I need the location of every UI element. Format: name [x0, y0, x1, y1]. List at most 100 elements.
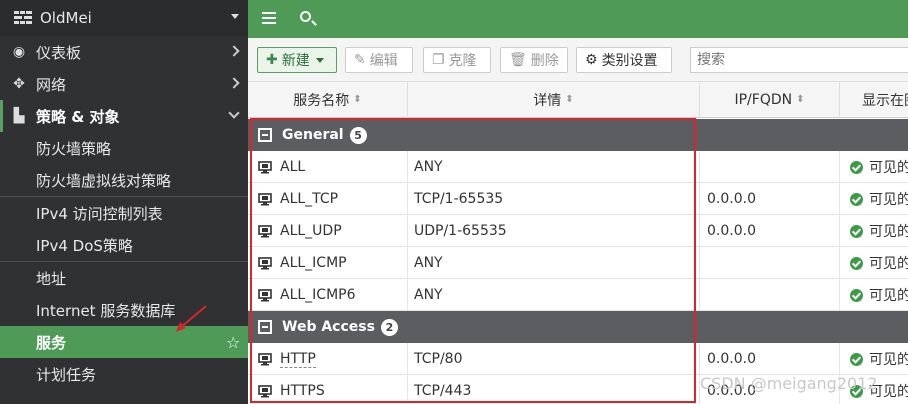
- sidebar-item-network[interactable]: ✥ 网络: [0, 68, 248, 100]
- collapse-icon[interactable]: [258, 128, 272, 142]
- sort-icon: ⬍: [353, 94, 362, 105]
- sidebar-item-ipv4-acl[interactable]: IPv4 访问控制列表: [0, 197, 248, 229]
- service-icon: [258, 352, 272, 366]
- service-visibility: 可见的: [869, 288, 908, 304]
- column-header-ip-fqdn[interactable]: IP/FQDN ⬍: [700, 82, 840, 118]
- gear-icon: ⚙: [585, 52, 598, 68]
- top-bar: [248, 0, 908, 38]
- service-visibility: 可见的: [869, 352, 908, 368]
- column-header-name[interactable]: 服务名称 ⬍: [248, 82, 408, 118]
- move-icon: ✥: [13, 76, 25, 92]
- sidebar-item-label: 地址: [36, 269, 67, 288]
- edit-button-label: 编辑: [369, 53, 398, 69]
- column-label: 详情: [533, 93, 562, 109]
- sidebar-item-label: 防火墙虚拟线对策略: [36, 171, 172, 190]
- service-name: ALL_UDP: [280, 223, 342, 239]
- table-row[interactable]: ALL_ICMP6 ANY 可见的: [248, 279, 908, 311]
- sidebar-item-label: 服务: [36, 333, 67, 352]
- check-circle-icon: [850, 160, 863, 174]
- service-icon: [258, 192, 272, 206]
- sidebar-item-schedules[interactable]: 计划任务: [0, 358, 248, 390]
- chevron-down-icon[interactable]: [315, 57, 324, 63]
- fortinet-logo-icon: [14, 11, 32, 24]
- sidebar-item-label: 计划任务: [36, 365, 97, 384]
- column-header-show-in-map[interactable]: 显示在图: [840, 82, 908, 118]
- delete-button[interactable]: 🗑 删除: [500, 47, 568, 73]
- sidebar-item-label: 防火墙策略: [36, 139, 112, 158]
- service-details: ANY: [414, 287, 443, 303]
- table-row[interactable]: ALL_TCP TCP/1-65535 0.0.0.0 可见的: [248, 183, 908, 215]
- check-circle-icon: [850, 192, 863, 206]
- table-row[interactable]: ALL_ICMP ANY 可见的: [248, 247, 908, 279]
- service-visibility: 可见的: [869, 192, 908, 208]
- sidebar-item-policy-objects[interactable]: ▙ 策略 & 对象: [0, 100, 248, 132]
- table-row[interactable]: HTTP TCP/80 0.0.0.0 可见的: [248, 343, 908, 375]
- edit-button[interactable]: ✎ 编辑: [345, 47, 413, 73]
- service-details: TCP/443: [414, 383, 472, 399]
- category-settings-button[interactable]: ⚙ 类别设置: [576, 47, 672, 73]
- services-table: 服务名称 ⬍ 详情 ⬍ IP/FQDN ⬍ 显示在图 General 5 ALL…: [248, 82, 908, 404]
- service-icon: [258, 256, 272, 270]
- chevron-right-icon: [228, 77, 240, 89]
- service-ip: 0.0.0.0: [707, 191, 756, 207]
- sidebar-item-label: IPv4 访问控制列表: [36, 204, 163, 223]
- service-details: UDP/1-65535: [414, 223, 507, 239]
- service-visibility: 可见的: [869, 256, 908, 272]
- group-name: General: [282, 127, 344, 143]
- service-visibility: 可见的: [869, 224, 908, 240]
- clone-button[interactable]: ❐ 克隆: [423, 47, 491, 73]
- sidebar-item-ipv4-dos[interactable]: IPv4 DoS策略: [0, 229, 248, 261]
- device-header[interactable]: OldMei: [0, 0, 248, 36]
- column-label: 服务名称: [293, 93, 350, 109]
- clone-button-label: 克隆: [448, 53, 477, 69]
- chevron-down-icon[interactable]: [231, 14, 239, 19]
- column-label: IP/FQDN: [734, 92, 793, 108]
- group-header-general[interactable]: General 5: [248, 119, 908, 151]
- group-name: Web Access: [282, 319, 375, 335]
- new-button-label: 新建: [281, 53, 310, 69]
- copy-icon: ❐: [432, 52, 445, 68]
- group-count-badge: 2: [380, 318, 398, 336]
- table-row[interactable]: ALL ANY 可见的: [248, 151, 908, 183]
- chevron-down-icon: [228, 107, 240, 119]
- service-details: ANY: [414, 255, 443, 271]
- trash-icon: 🗑: [509, 52, 527, 68]
- sidebar-item-label: IPv4 DoS策略: [36, 236, 133, 255]
- dashboard-icon: ◉: [12, 44, 26, 60]
- service-ip: 0.0.0.0: [707, 351, 756, 367]
- check-circle-icon: [850, 352, 863, 366]
- service-name: HTTP: [280, 350, 316, 368]
- search-icon[interactable]: [300, 11, 311, 22]
- sort-icon: ⬍: [565, 94, 574, 105]
- watermark: CSDN @meigang2012: [700, 374, 878, 393]
- service-name: ALL: [280, 159, 306, 175]
- service-name: ALL_TCP: [280, 191, 339, 207]
- sort-icon: ⬍: [796, 94, 805, 105]
- new-button[interactable]: ✚ 新建: [257, 47, 337, 73]
- service-icon: [258, 288, 272, 302]
- star-icon[interactable]: ☆: [226, 333, 240, 352]
- service-visibility: 可见的: [869, 160, 908, 176]
- table-row[interactable]: ALL_UDP UDP/1-65535 0.0.0.0 可见的: [248, 215, 908, 247]
- sidebar-item-firewall-policy[interactable]: 防火墙策略: [0, 132, 248, 164]
- collapse-icon[interactable]: [258, 320, 272, 334]
- policy-icon: ▙: [13, 108, 25, 124]
- delete-button-label: 删除: [530, 53, 559, 69]
- service-ip: 0.0.0.0: [707, 223, 756, 239]
- group-header-web-access[interactable]: Web Access 2: [248, 311, 908, 343]
- service-icon: [258, 160, 272, 174]
- toolbar: ✚ 新建 ✎ 编辑 ❐ 克隆 🗑 删除 ⚙ 类别设置: [248, 38, 908, 82]
- group-count-badge: 5: [349, 126, 367, 144]
- search-input[interactable]: [690, 47, 908, 73]
- device-name: OldMei: [40, 9, 92, 27]
- menu-icon[interactable]: [262, 12, 276, 24]
- sidebar-item-addresses[interactable]: 地址: [0, 262, 248, 294]
- sidebar-item-label: 仪表板: [36, 43, 82, 62]
- sidebar-item-label: 策略 & 对象: [36, 107, 120, 126]
- service-details: TCP/80: [414, 351, 463, 367]
- sidebar-item-virtual-wire-policy[interactable]: 防火墙虚拟线对策略: [0, 164, 248, 196]
- sidebar-item-dashboard[interactable]: ◉ 仪表板: [0, 36, 248, 68]
- service-name: HTTPS: [280, 383, 325, 399]
- column-header-details[interactable]: 详情 ⬍: [408, 82, 700, 118]
- check-circle-icon: [850, 288, 863, 302]
